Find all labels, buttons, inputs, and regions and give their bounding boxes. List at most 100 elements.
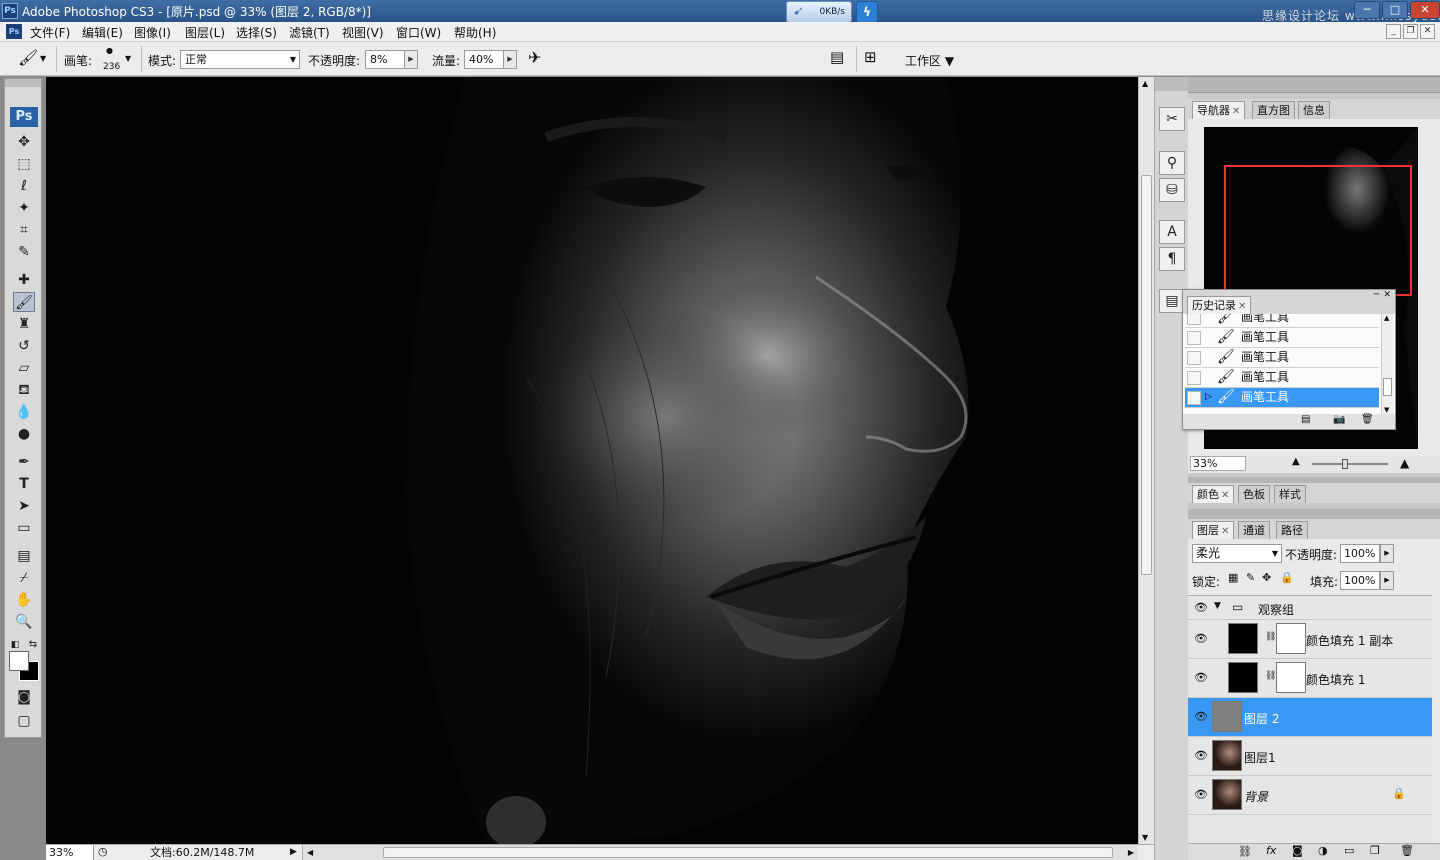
snapshot-checkbox[interactable] <box>1187 391 1201 405</box>
paragraph-icon[interactable]: ¶ <box>1159 247 1185 271</box>
paint-bucket-tool-icon[interactable]: ⛾ <box>13 380 35 400</box>
vertical-scrollbar[interactable]: ▲ ▼ <box>1138 77 1154 844</box>
screen-mode-icon[interactable]: ▢ <box>13 711 35 731</box>
path-selection-tool-icon[interactable]: ➤ <box>13 496 35 516</box>
close-icon[interactable]: ✕ <box>1221 490 1229 501</box>
snapshot-checkbox[interactable] <box>1187 314 1201 325</box>
lock-all-icon[interactable]: 🔒 <box>1280 571 1294 584</box>
brush-tool-icon[interactable]: 🖌 <box>13 292 35 312</box>
eye-icon[interactable]: 👁 <box>1194 788 1208 801</box>
hand-tool-icon[interactable]: ✋ <box>13 590 35 610</box>
flow-slider-button[interactable]: ▶ <box>503 50 517 69</box>
expand-triangle-icon[interactable]: ▼ <box>1214 601 1221 611</box>
link-icon[interactable]: ⛓ <box>1265 632 1276 642</box>
layer-row-background[interactable]: 👁 背景 🔒 <box>1188 776 1432 815</box>
close-icon[interactable]: ✕ <box>1238 301 1246 312</box>
tool-preset-dropdown[interactable]: ▼ <box>40 54 46 63</box>
snapshot-checkbox[interactable] <box>1187 371 1201 385</box>
eraser-tool-icon[interactable]: ▱ <box>13 358 35 378</box>
crop-tool-icon[interactable]: ⌗ <box>13 220 35 240</box>
color-swatches[interactable] <box>9 651 39 683</box>
tab-layers[interactable]: 图层 ✕ <box>1192 521 1235 539</box>
magic-wand-tool-icon[interactable]: ✦ <box>13 198 35 218</box>
history-item[interactable]: 🖌 画笔工具 <box>1185 314 1379 328</box>
tab-color[interactable]: 颜色 ✕ <box>1192 485 1235 503</box>
close-panel-icon[interactable]: ✕ <box>1383 290 1391 300</box>
quick-mask-icon[interactable]: ◙ <box>13 687 35 707</box>
tab-paths[interactable]: 路径 <box>1276 521 1308 539</box>
link-layers-icon[interactable]: ⛓ <box>1238 845 1252 858</box>
snapshot-icon[interactable]: 📷 <box>1333 414 1345 425</box>
menu-select[interactable]: 选择(S) <box>236 24 277 41</box>
layer-row-layer2[interactable]: 👁 图层 2 <box>1188 698 1432 737</box>
slice-tool-icon[interactable]: ✎ <box>13 242 35 262</box>
maximize-button[interactable]: □ <box>1382 1 1408 19</box>
shape-tool-icon[interactable]: ▭ <box>13 518 35 538</box>
opacity-field[interactable]: 8% <box>365 50 405 69</box>
lock-transparency-icon[interactable]: ▦ <box>1228 571 1238 584</box>
scroll-down-icon[interactable]: ▼ <box>1142 833 1148 842</box>
move-tool-icon[interactable]: ✥ <box>13 132 35 152</box>
doc-close-button[interactable]: ✕ <box>1420 24 1435 39</box>
zoom-out-icon[interactable]: ▲ <box>1292 456 1300 467</box>
layer-row-fill-copy[interactable]: 👁 ⛓ 颜色填充 1 副本 <box>1188 620 1432 659</box>
scroll-up-icon[interactable]: ▲ <box>1142 79 1148 88</box>
clone-source-icon[interactable]: ⛁ <box>1159 178 1185 202</box>
horizontal-scrollbar[interactable]: ◀ ▶ <box>302 845 1138 860</box>
add-mask-icon[interactable]: ◙ <box>1292 844 1303 857</box>
history-panel-header[interactable]: 历史记录 ✕ ─ ✕ <box>1183 290 1395 314</box>
pen-tool-icon[interactable]: ✒ <box>13 452 35 472</box>
lock-position-icon[interactable]: ✥ <box>1262 571 1271 584</box>
menu-image[interactable]: 图像(I) <box>134 24 171 41</box>
eyedropper-tool-icon[interactable]: ⌿ <box>13 568 35 588</box>
new-document-icon[interactable]: ▤ <box>1301 414 1310 425</box>
menu-layer[interactable]: 图层(L) <box>185 24 225 41</box>
zoom-in-icon[interactable]: ▲ <box>1400 456 1409 470</box>
panel-header[interactable] <box>1188 77 1440 93</box>
scroll-down-icon[interactable]: ▼ <box>1384 406 1389 414</box>
brush-tool-icon[interactable]: 🖌 <box>18 48 38 67</box>
eye-icon[interactable]: 👁 <box>1194 710 1208 723</box>
mode-select[interactable]: 正常 ▼ <box>180 50 300 69</box>
history-item[interactable]: 🖌 画笔工具 <box>1185 348 1379 368</box>
minimize-panel-icon[interactable]: ─ <box>1374 290 1379 300</box>
document-canvas[interactable] <box>46 77 1138 844</box>
tool-presets-icon[interactable]: ✂ <box>1159 107 1185 131</box>
workspace-button[interactable]: 工作区 ▼ <box>905 52 954 69</box>
tab-styles[interactable]: 样式 <box>1274 485 1306 503</box>
zoom-field[interactable]: 33% <box>46 845 94 860</box>
document-icon[interactable]: Ps <box>6 24 22 39</box>
status-info-icon[interactable]: ◷ <box>98 845 108 858</box>
blur-tool-icon[interactable]: 💧 <box>13 402 35 422</box>
menu-help[interactable]: 帮助(H) <box>454 24 496 41</box>
scroll-left-icon[interactable]: ◀ <box>307 845 313 860</box>
lasso-tool-icon[interactable]: ℓ <box>13 176 35 196</box>
tab-channels[interactable]: 通道 <box>1238 521 1270 539</box>
tab-swatches[interactable]: 色板 <box>1238 485 1270 503</box>
ps-logo[interactable]: Ps <box>10 107 38 127</box>
layer-opacity-field[interactable]: 100% <box>1340 544 1380 563</box>
scroll-right-icon[interactable]: ▶ <box>1128 845 1134 860</box>
menu-file[interactable]: 文件(F) <box>30 24 70 41</box>
fill-field[interactable]: 100% <box>1340 571 1380 590</box>
brush-picker-dropdown[interactable]: ▼ <box>125 54 131 63</box>
dodge-tool-icon[interactable]: ● <box>13 424 35 444</box>
menu-filter[interactable]: 滤镜(T) <box>289 24 330 41</box>
doc-minimize-button[interactable]: _ <box>1386 24 1401 39</box>
new-layer-icon[interactable]: ❐ <box>1370 844 1380 857</box>
adjustment-layer-icon[interactable]: ◑ <box>1318 844 1328 857</box>
net-speed-widget[interactable]: ➹ 0KB/s <box>786 1 852 23</box>
vertical-scroll-thumb[interactable] <box>1141 175 1152 575</box>
airbrush-icon[interactable]: ✈ <box>528 48 541 67</box>
character-icon[interactable]: A <box>1159 220 1185 244</box>
tab-histogram[interactable]: 直方图 <box>1252 101 1295 119</box>
tab-navigator[interactable]: 导航器 ✕ <box>1192 101 1246 119</box>
history-brush-tool-icon[interactable]: ↺ <box>13 336 35 356</box>
snapshot-checkbox[interactable] <box>1187 351 1201 365</box>
flow-field[interactable]: 40% <box>464 50 504 69</box>
lock-image-icon[interactable]: ✎ <box>1246 571 1255 584</box>
clone-stamp-tool-icon[interactable]: ♜ <box>13 314 35 334</box>
history-item[interactable]: 🖌 画笔工具 <box>1185 368 1379 388</box>
history-item[interactable]: 🖌 画笔工具 <box>1185 328 1379 348</box>
brushes-palette-icon[interactable]: ▤ <box>830 48 844 66</box>
